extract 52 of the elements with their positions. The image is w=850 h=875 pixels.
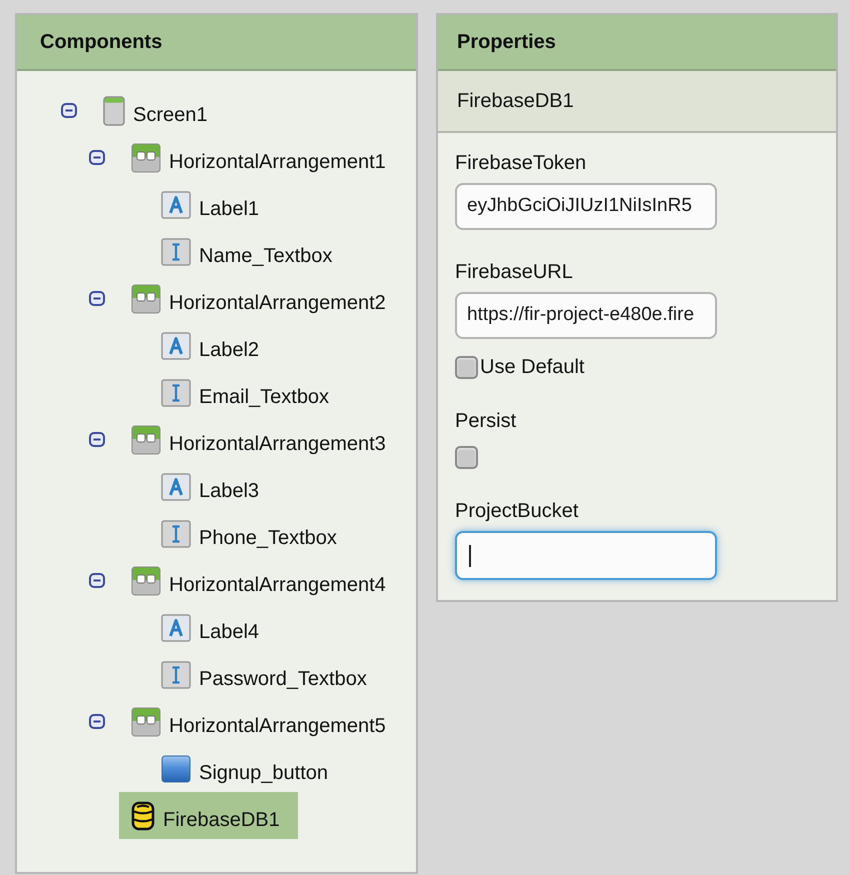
- input-field[interactable]: [455, 531, 717, 580]
- label-icon: [161, 472, 191, 500]
- tree-item[interactable]: Label3: [149, 463, 278, 510]
- tree-item[interactable]: HorizontalArrangement2: [119, 275, 404, 322]
- input-field[interactable]: https://fir-project-e480e.fire: [455, 292, 717, 339]
- label-icon: [161, 332, 191, 360]
- tree-item[interactable]: HorizontalArrangement3: [119, 416, 404, 463]
- input-field[interactable]: eyJhbGciOiJIUzI1NiIsInR5: [455, 183, 717, 230]
- tree-item[interactable]: HorizontalArrangement1: [119, 134, 404, 181]
- screen-icon: [103, 96, 125, 126]
- tree-item[interactable]: Name_Textbox: [149, 228, 350, 275]
- field-label: FirebaseToken: [455, 151, 586, 175]
- minus-icon[interactable]: [89, 150, 105, 165]
- textbox-icon: [161, 520, 191, 548]
- tree-item[interactable]: FirebaseDB1: [119, 792, 298, 839]
- database-icon: [131, 800, 155, 830]
- minus-icon[interactable]: [89, 432, 105, 447]
- panel-header: Properties: [438, 15, 836, 71]
- textbox-icon: [161, 238, 191, 266]
- textbox-icon: [161, 660, 191, 688]
- tree-item[interactable]: HorizontalArrangement5: [119, 698, 404, 745]
- field-label: ProjectBucket: [455, 499, 578, 523]
- component-name-bar: FirebaseDB1: [438, 71, 836, 133]
- checkbox[interactable]: [455, 446, 478, 469]
- arrangement-icon: [131, 284, 161, 314]
- label-icon: [161, 614, 191, 642]
- tree-item[interactable]: Screen1: [91, 87, 226, 134]
- tree-item[interactable]: Phone_Textbox: [149, 510, 355, 557]
- text-cursor-icon: [469, 544, 471, 566]
- minus-icon[interactable]: [89, 714, 105, 729]
- arrangement-icon: [131, 142, 161, 172]
- arrangement-icon: [131, 706, 161, 736]
- panel-header: Components: [17, 15, 416, 71]
- minus-icon[interactable]: [61, 103, 77, 118]
- textbox-icon: [161, 378, 191, 406]
- arrangement-icon: [131, 566, 161, 596]
- minus-icon[interactable]: [89, 573, 105, 588]
- field-label: FirebaseURL: [455, 260, 573, 284]
- tree-item[interactable]: Label1: [149, 181, 278, 228]
- tree-item[interactable]: Email_Textbox: [149, 369, 348, 416]
- label-icon: [161, 190, 191, 218]
- checkbox-label: Use Default: [480, 355, 584, 379]
- tree-item[interactable]: Signup_button: [149, 745, 346, 792]
- checkbox[interactable]: [455, 356, 478, 378]
- minus-icon[interactable]: [89, 291, 105, 306]
- button-component-icon: [161, 754, 191, 782]
- tree-item[interactable]: Password_Textbox: [149, 651, 385, 698]
- tree-item[interactable]: HorizontalArrangement4: [119, 557, 404, 604]
- field-label: Persist: [455, 409, 516, 433]
- arrangement-icon: [131, 424, 161, 454]
- tree-item[interactable]: Label2: [149, 322, 278, 369]
- tree-item[interactable]: Label4: [149, 604, 278, 651]
